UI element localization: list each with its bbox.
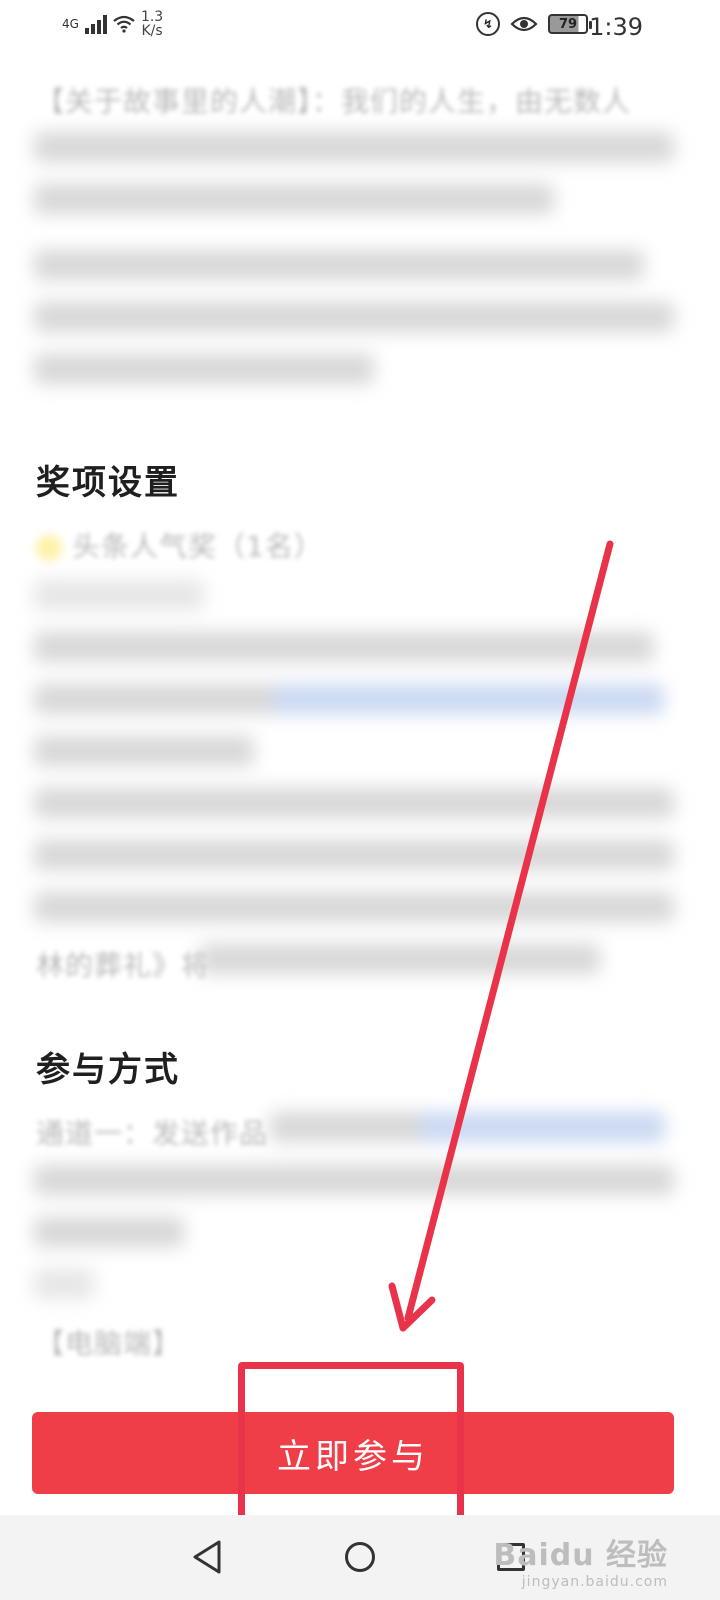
network-type: 4G: [62, 17, 79, 31]
home-button[interactable]: [338, 1535, 382, 1579]
section-title-awards: 奖项设置: [36, 463, 180, 503]
blurred-paragraph-3: [34, 580, 674, 944]
annotation-highlight-box: [238, 1362, 464, 1522]
speed-unit: K/s: [141, 23, 163, 39]
back-icon: [193, 1540, 221, 1574]
award-item-text: 头条人气奖（1名）: [72, 530, 323, 563]
blurred-paragraph-4: [34, 1165, 674, 1321]
blurred-link-line: [270, 1112, 670, 1164]
status-right: ↯ 79: [476, 12, 592, 36]
signal-icon: [84, 14, 107, 34]
status-bar: 4G 1.3 K/s ↯ 79 1:39: [0, 0, 720, 52]
pc-label: 【电脑端】: [36, 1327, 182, 1360]
wifi-icon: [113, 15, 135, 33]
speed-value: 1.3: [140, 9, 164, 25]
battery-level: 79: [558, 16, 578, 32]
battery-icon: 79: [548, 14, 592, 34]
blurred-line-after-partial: [200, 944, 620, 996]
blurred-paragraph-1: [34, 132, 674, 236]
award-item: 头条人气奖（1名）: [36, 525, 323, 565]
section-title-participate: 参与方式: [36, 1050, 180, 1090]
network-speed: 1.3 K/s: [141, 10, 163, 38]
channel-text: 通道一：发送作品: [36, 1117, 269, 1150]
nfc-icon: ↯: [476, 12, 500, 36]
back-button[interactable]: [185, 1535, 229, 1579]
status-left: 4G 1.3 K/s: [62, 10, 163, 38]
star-icon: [36, 535, 62, 561]
watermark-sub: jingyan.baidu.com: [521, 1574, 668, 1590]
home-icon: [345, 1542, 375, 1572]
intro-text: 【关于故事里的人潮】：我们的人生，由无数人: [36, 85, 632, 118]
watermark-main: Baidu 经验: [493, 1538, 668, 1573]
body-partial-text: 林的葬礼》将: [36, 949, 211, 982]
blurred-paragraph-2: [34, 250, 674, 406]
clock: 1:39: [589, 13, 643, 41]
baidu-jingyan-watermark: Baidu 经验 jingyan.baidu.com: [493, 1530, 668, 1590]
eye-comfort-icon: [510, 16, 538, 32]
